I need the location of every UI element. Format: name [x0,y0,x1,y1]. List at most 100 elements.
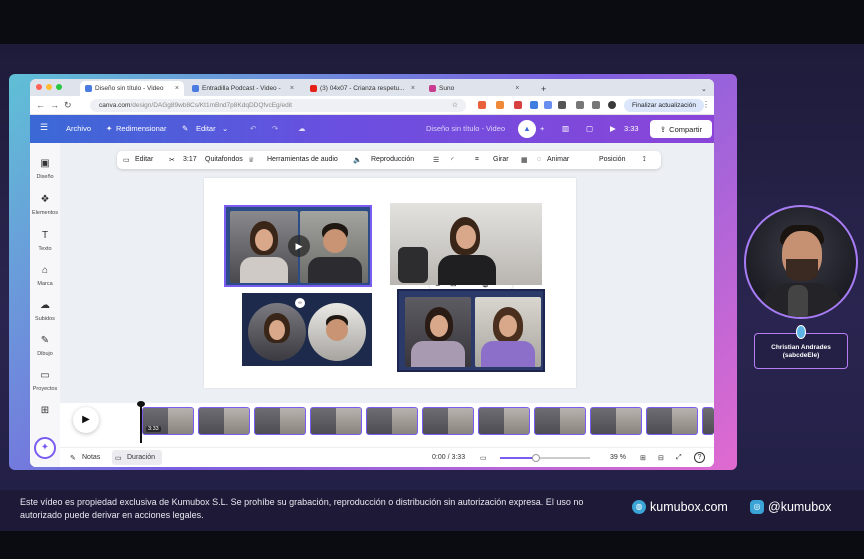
corner-rounding-icon[interactable]: ◜ [451,156,454,164]
extension-icon[interactable] [530,101,538,109]
profile-avatar-icon[interactable] [608,101,616,109]
toolbar-posicion[interactable]: Posición [599,156,625,163]
url-input[interactable]: canva.com/design/DAGg89wb8Cs/Kt1mBnd7p8K… [90,99,466,112]
tab-close-icon[interactable]: × [175,85,179,92]
tab-list-chevron-icon[interactable]: ⌄ [696,81,710,96]
tab-suno[interactable]: Suno × [424,81,528,96]
share-button[interactable]: ⇪ Compartir [650,120,712,138]
notas-button[interactable]: Notas [82,454,100,461]
video-element-selected[interactable]: ▶ [224,205,372,287]
sidebar-item-apps[interactable]: ⊞ [30,406,60,421]
media-control-icon[interactable] [576,101,584,109]
forward-icon[interactable]: → [50,100,59,110]
timeline-clip[interactable] [366,407,418,435]
timeline-play-button[interactable]: ▶ [73,407,99,433]
timeline-clip[interactable] [590,407,642,435]
video-play-icon[interactable]: ▶ [288,235,310,257]
redo-icon[interactable]: ↷ [272,124,278,133]
duracion-button[interactable]: Duración [127,454,155,461]
transparency-icon[interactable]: ▦ [521,156,528,164]
sidebar-item-subidos[interactable]: ☁ Subidos [30,301,60,323]
timeline-clip[interactable] [422,407,474,435]
magic-assistant-button[interactable]: ✦ [34,437,56,459]
zoom-slider[interactable] [500,454,590,462]
toolbar-reproduccion[interactable]: Reproducción [371,156,414,163]
insights-chart-icon[interactable]: ▥ [562,124,569,133]
toolbar-clip-time[interactable]: 3:17 [183,156,197,163]
crop-icon[interactable]: ⌗ [475,156,479,164]
browser-menu-icon[interactable]: ⋮ [702,100,710,109]
present-duration[interactable]: 3:33 [624,124,639,133]
extensions-puzzle-icon[interactable] [558,101,566,109]
cloud-save-icon[interactable]: ☁ [298,124,306,133]
timeline-clip[interactable] [702,407,714,435]
sidebar-item-marca[interactable]: ⌂ Marca [30,266,60,288]
timeline-clip[interactable] [198,407,250,435]
sidebar-item-elementos[interactable]: ❖ Elementos [30,195,60,217]
toolbar-animar[interactable]: Animar [547,156,569,163]
grid-view-icon[interactable]: ⊞ [640,454,646,462]
help-button[interactable]: ? [694,452,705,463]
instagram-link[interactable]: ◎ @kumubox [750,500,831,514]
menu-archivo[interactable]: Archivo [66,124,91,133]
timeline[interactable]: 3:33 [60,401,714,447]
toolbar-quitafondos[interactable]: Quitafondos [205,156,243,163]
add-collaborator-icon[interactable]: + [540,124,544,133]
sidebar-item-diseno[interactable]: ▣ Diseño [30,159,60,181]
video-element[interactable] [390,203,542,285]
design-page[interactable]: ▶ ⊕ ⊡ ⧉ 🗑 ••• ∞ [204,178,576,388]
tab-close-icon[interactable]: × [411,85,415,92]
toolbar-audio-tools[interactable]: Herramientas de audio [267,156,338,163]
chevron-down-icon[interactable]: ⌄ [222,124,228,133]
comment-icon[interactable]: ▢ [586,124,593,133]
timeline-clip[interactable] [310,407,362,435]
tab-youtube[interactable]: (3) 04x07 - Crianza respetu... × [305,81,420,96]
extension-icon[interactable] [496,101,504,109]
zoom-level[interactable]: 39 % [610,454,626,461]
new-tab-button[interactable]: + [536,81,550,96]
tab-entradilla[interactable]: Entradilla Podcast - Video - × [187,81,299,96]
maximize-window-icon[interactable] [56,84,62,90]
timeline-clip[interactable]: 3:33 [142,407,194,435]
tab-close-icon[interactable]: × [515,85,519,92]
toolbar-girar[interactable]: Girar [493,156,509,163]
fullscreen-icon[interactable]: ⤢ [676,454,682,462]
close-window-icon[interactable] [36,84,42,90]
bookmark-star-icon[interactable]: ☆ [452,101,458,109]
update-button[interactable]: Finalizar actualización [624,99,704,112]
extension-icon[interactable] [478,101,486,109]
notes-icon[interactable]: ✎ [70,454,76,462]
reload-icon[interactable]: ↻ [64,100,72,111]
window-controls[interactable] [36,84,62,90]
toolbar-editar[interactable]: Editar [135,156,153,163]
trim-scissors-icon[interactable]: ✂ [169,156,175,164]
extension-icon[interactable] [514,101,522,109]
back-icon[interactable]: ← [36,100,45,110]
minimize-window-icon[interactable] [46,84,52,90]
zoom-slider-handle[interactable] [532,454,540,462]
user-avatar-icon[interactable]: ▲ [518,120,536,138]
hamburger-menu-icon[interactable]: ☰ [40,122,48,133]
download-icon[interactable] [592,101,600,109]
play-icon[interactable]: ▶ [610,124,616,133]
border-style-icon[interactable]: ☰ [433,156,439,164]
video-element[interactable]: ∞ [242,293,372,366]
extension-icon[interactable] [544,101,552,109]
website-link[interactable]: ◍ kumubox.com [632,500,728,514]
screen-icon[interactable]: ▭ [480,454,487,462]
document-title[interactable]: Diseño sin título - Video [426,124,505,133]
tab-canva-design[interactable]: Diseño sin título - Video × [80,81,184,96]
copy-style-icon[interactable]: ⟟ [643,156,646,164]
sidebar-item-proyectos[interactable]: ▭ Proyectos [30,371,60,393]
sidebar-item-texto[interactable]: T Texto [30,231,60,253]
menu-redimensionar[interactable]: Redimensionar [116,124,166,133]
sidebar-item-dibujo[interactable]: ✎ Dibujo [30,336,60,358]
tab-close-icon[interactable]: × [290,85,294,92]
volume-icon[interactable]: 🔈 [353,156,362,164]
timeline-clip[interactable] [646,407,698,435]
video-element[interactable] [397,289,545,372]
pages-view-icon[interactable]: ⊟ [658,454,664,462]
menu-editar[interactable]: Editar [196,124,216,133]
timeline-clip[interactable] [254,407,306,435]
timeline-clip[interactable] [534,407,586,435]
